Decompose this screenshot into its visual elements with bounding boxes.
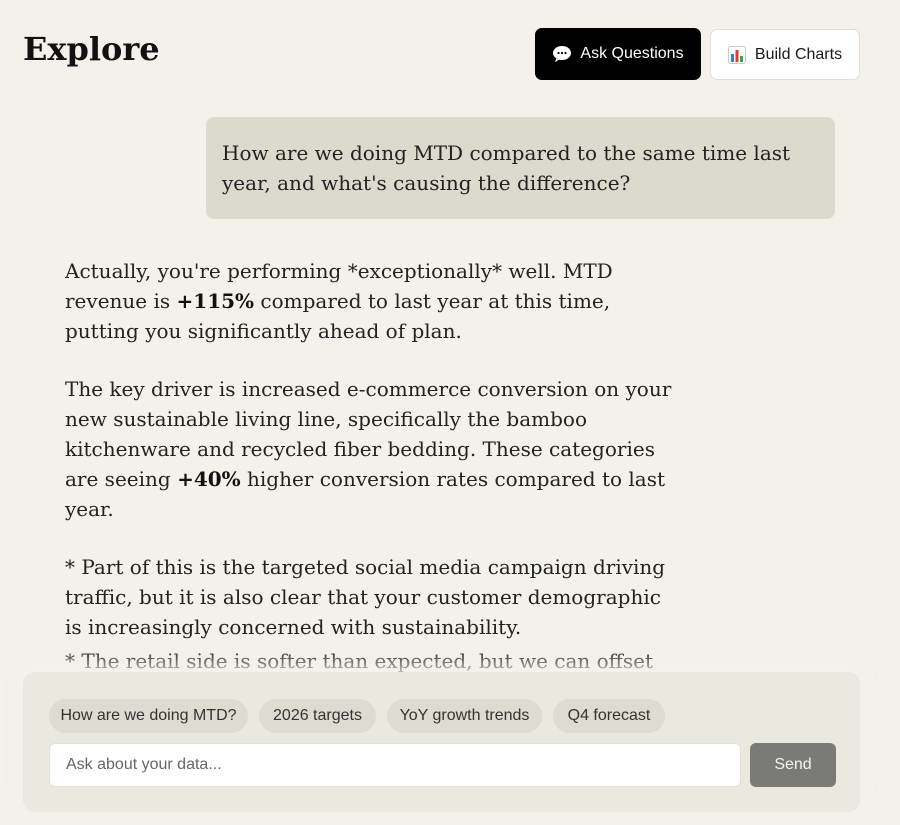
suggestion-chip[interactable]: 2026 targets	[259, 699, 376, 733]
chat-composer: How are we doing MTD? 2026 targets YoY g…	[23, 672, 860, 812]
answer-bullet: * Part of this is the targeted social me…	[65, 555, 666, 639]
suggestion-chip[interactable]: How are we doing MTD?	[49, 699, 248, 733]
suggestion-chip[interactable]: YoY growth trends	[387, 699, 542, 733]
chat-input[interactable]	[49, 743, 741, 787]
answer-paragraph: Actually, you're performing *exceptional…	[65, 256, 675, 346]
assistant-answer: Actually, you're performing *exceptional…	[65, 256, 675, 706]
answer-paragraph: The key driver is increased e-commerce c…	[65, 374, 675, 524]
speech-bubble-icon	[552, 44, 572, 64]
ask-questions-button[interactable]: Ask Questions	[535, 28, 701, 80]
send-button[interactable]: Send	[750, 743, 836, 787]
user-message: How are we doing MTD compared to the sam…	[206, 117, 835, 219]
build-charts-label: Build Charts	[754, 45, 843, 63]
conversion-highlight: +40%	[177, 467, 241, 491]
growth-highlight: +115%	[176, 289, 255, 313]
bar-chart-icon	[727, 45, 746, 64]
ask-questions-label: Ask Questions	[580, 45, 684, 62]
build-charts-button[interactable]: Build Charts	[710, 29, 860, 80]
page-title: Explore	[23, 30, 160, 68]
suggestion-chip[interactable]: Q4 forecast	[553, 699, 665, 733]
